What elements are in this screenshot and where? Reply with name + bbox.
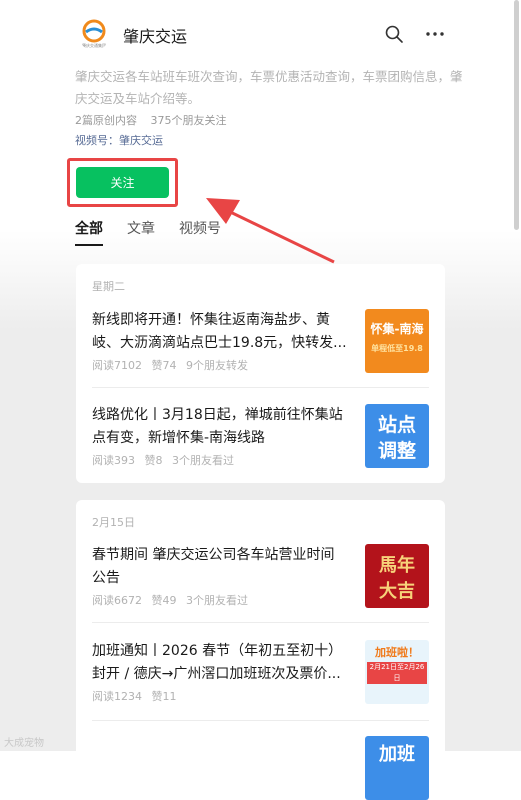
friends-social: 3个朋友看过 bbox=[186, 594, 248, 607]
thumb-sub-text: 单程低至19.8 bbox=[371, 344, 423, 353]
profile-header: 肇庆交通集团 肇庆交运 bbox=[0, 0, 521, 70]
article-thumbnail: 加班啦！ 2月21日至2月26日 bbox=[365, 640, 429, 704]
tab-all[interactable]: 全部 bbox=[75, 218, 103, 246]
pointer-arrow bbox=[206, 198, 335, 264]
like-count: 赞74 bbox=[151, 359, 177, 372]
article-group-card: 星期二 新线即将开通！怀集往返南海盐步、黄岐、大沥滴滴站点巴士19.8元，快转发… bbox=[76, 264, 445, 483]
like-count: 赞11 bbox=[151, 690, 177, 703]
tab-articles[interactable]: 文章 bbox=[127, 218, 155, 246]
account-description: 肇庆交运各车站班车班次查询，车票优惠活动查询，车票团购信息，肇庆交运及车站介绍等… bbox=[75, 69, 463, 106]
divider bbox=[92, 720, 429, 721]
tab-channels[interactable]: 视频号 bbox=[179, 218, 221, 246]
follow-button[interactable]: 关注 bbox=[76, 167, 169, 198]
like-count: 赞49 bbox=[151, 594, 177, 607]
article-meta: 阅读6672 赞49 3个朋友看过 bbox=[92, 592, 254, 608]
watermark: 大成宠物 bbox=[4, 738, 44, 749]
article-thumbnail-partial: 加班 bbox=[365, 736, 429, 800]
like-count: 赞8 bbox=[144, 454, 163, 467]
thumb-sub-text: 大吉 bbox=[379, 581, 415, 602]
article-thumbnail: 怀集-南海 单程低至19.8 bbox=[365, 309, 429, 373]
article-meta: 阅读393 赞8 3个朋友看过 bbox=[92, 452, 240, 468]
article-title: 新线即将开通！怀集往返南海盐步、黄岐、大沥滴滴站点巴士19.8元，快转发... bbox=[92, 312, 347, 351]
thumb-main-text: 站点 bbox=[377, 414, 416, 436]
more-icon[interactable] bbox=[424, 24, 446, 44]
account-logo[interactable]: 肇庆交通集团 bbox=[77, 16, 111, 50]
read-count: 阅读7102 bbox=[92, 359, 142, 372]
channel-link[interactable]: 视频号：肇庆交运 bbox=[75, 132, 163, 148]
article-meta: 阅读7102 赞74 9个朋友转发 bbox=[92, 357, 254, 373]
content-tabs: 全部 文章 视频号 bbox=[75, 218, 221, 246]
friends-social: 3个朋友看过 bbox=[172, 454, 234, 467]
article-title: 线路优化丨3月18日起，禅城前往怀集站点有变，新增怀集-南海线路 bbox=[92, 407, 343, 446]
original-count: 2篇原创内容 bbox=[75, 114, 137, 127]
article-item[interactable]: 加班通知丨2026 春节（年初五至初十）封开 / 德庆→广州滘口加班班次及票价.… bbox=[92, 640, 429, 710]
read-count: 阅读393 bbox=[92, 454, 135, 467]
thumb-main-text: 馬年 bbox=[379, 555, 415, 576]
article-item[interactable]: 线路优化丨3月18日起，禅城前往怀集站点有变，新增怀集-南海线路 阅读393 赞… bbox=[92, 404, 429, 474]
article-title: 加班通知丨2026 春节（年初五至初十）封开 / 德庆→广州滘口加班班次及票价.… bbox=[92, 643, 343, 682]
logo-caption: 肇庆交通集团 bbox=[82, 42, 106, 48]
read-count: 阅读6672 bbox=[92, 594, 142, 607]
thumb-main-text: 加班 bbox=[379, 744, 415, 765]
divider bbox=[92, 387, 429, 388]
group-date: 星期二 bbox=[92, 280, 125, 293]
divider bbox=[92, 622, 429, 623]
search-icon[interactable] bbox=[384, 24, 404, 44]
article-thumbnail: 馬年 大吉 bbox=[365, 544, 429, 608]
account-stats: 2篇原创内容 375个朋友关注 bbox=[75, 112, 237, 128]
article-item[interactable]: 新线即将开通！怀集往返南海盐步、黄岐、大沥滴滴站点巴士19.8元，快转发... … bbox=[92, 309, 429, 379]
group-date: 2月15日 bbox=[92, 516, 135, 529]
read-count: 阅读1234 bbox=[92, 690, 142, 703]
article-thumbnail: 站点 调整 bbox=[365, 404, 429, 468]
thumb-main-text: 怀集-南海 bbox=[370, 322, 424, 336]
thumb-sub-text: 调整 bbox=[377, 440, 416, 462]
article-group-card: 2月15日 春节期间 肇庆交运公司各车站营业时间公告 阅读6672 赞49 3个… bbox=[76, 500, 445, 800]
account-name: 肇庆交运 bbox=[123, 27, 188, 46]
friends-social: 9个朋友转发 bbox=[186, 359, 248, 372]
friends-follow-count: 375个朋友关注 bbox=[150, 114, 227, 127]
thumb-sub-text: 2月21日至2月26日 bbox=[367, 662, 427, 684]
article-title: 春节期间 肇庆交运公司各车站营业时间公告 bbox=[92, 547, 335, 586]
thumb-main-text: 加班啦！ bbox=[375, 646, 419, 659]
scrollbar[interactable] bbox=[514, 0, 519, 230]
article-meta: 阅读1234 赞11 bbox=[92, 688, 183, 704]
article-item[interactable]: 春节期间 肇庆交运公司各车站营业时间公告 阅读6672 赞49 3个朋友看过 馬… bbox=[92, 544, 429, 614]
